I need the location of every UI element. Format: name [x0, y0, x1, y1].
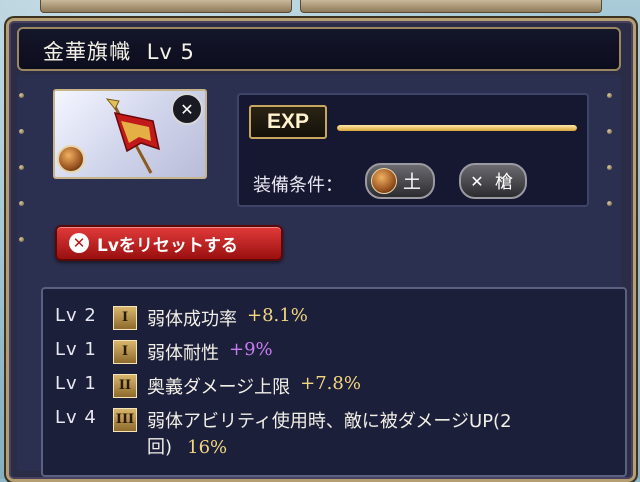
exp-progress-bar [337, 125, 577, 131]
rivet-decoration [607, 165, 612, 170]
skill-row: Lv 2 I 弱体成功率 +8.1% [55, 305, 308, 331]
spear-weapon-icon: ✕ [470, 171, 484, 191]
skill-level: Lv 1 [55, 339, 97, 360]
skill-name-continued: 回) [147, 437, 173, 458]
spear-weapon-icon: ✕ [171, 93, 203, 125]
skill-level: Lv 4 [55, 407, 97, 428]
skill-rank-badge: II [113, 374, 137, 398]
skill-value: +9% [229, 339, 273, 360]
rivet-decoration [19, 237, 24, 242]
background-frame-top-left [40, 0, 292, 13]
skill-value: +8.1% [247, 305, 308, 326]
skill-rank-badge: III [113, 408, 137, 432]
skill-name: 弱体耐性 [147, 343, 219, 364]
title-bar: 金華旗幟 Lv 5 [17, 27, 621, 71]
reset-level-label: Lvをリセットする [97, 235, 238, 256]
rivet-decoration [19, 129, 24, 134]
skill-name: 弱体成功率 [147, 309, 237, 330]
rivet-decoration [607, 129, 612, 134]
rivet-decoration [607, 201, 612, 206]
item-level: Lv 5 [146, 40, 195, 64]
info-box: EXP 装備条件： 土 ✕ 槍 [237, 93, 589, 207]
reset-level-button[interactable]: ✕ Lvをリセットする [55, 225, 283, 261]
skill-list: Lv 2 I 弱体成功率 +8.1% Lv 1 I 弱体耐性 +9% Lv 1 … [41, 287, 627, 477]
rivet-decoration [19, 165, 24, 170]
skill-level: Lv 2 [55, 305, 97, 326]
rivet-decoration [19, 93, 24, 98]
skill-rank-badge: I [113, 306, 137, 330]
earth-element-icon [371, 168, 397, 194]
earth-element-icon [57, 145, 85, 173]
skill-name: 奥義ダメージ上限 [147, 377, 291, 398]
skill-value: +7.8% [300, 373, 361, 394]
exp-progress-fill [337, 125, 577, 131]
item-thumbnail[interactable]: ✕ [53, 89, 207, 179]
skill-row: Lv 4 III 弱体アビリティ使用時、敵に被ダメージUP(2 回) 16% [55, 407, 607, 459]
exp-label: EXP [249, 105, 327, 139]
background-frame-top-right [300, 0, 602, 13]
rivet-decoration [19, 201, 24, 206]
requirements-label: 装備条件： [253, 175, 343, 196]
element-requirement-label: 土 [403, 172, 421, 193]
weapon-requirement: ✕ 槍 [459, 163, 527, 199]
skill-row: Lv 1 I 弱体耐性 +9% [55, 339, 273, 365]
weapon-requirement-label: 槍 [495, 172, 513, 193]
skill-value: 16% [187, 437, 228, 458]
skill-level: Lv 1 [55, 373, 97, 394]
rivet-decoration [607, 93, 612, 98]
skill-name: 弱体アビリティ使用時、敵に被ダメージUP(2 [147, 411, 512, 432]
skill-text: 弱体アビリティ使用時、敵に被ダメージUP(2 回) 16% [147, 407, 607, 459]
element-requirement: 土 [365, 163, 435, 199]
skill-rank-badge: I [113, 340, 137, 364]
item-detail-panel: 金華旗幟 Lv 5 ✕ EXP 装備条件： 土 ✕ 槍 ✕ Lvをリセットする … [6, 18, 636, 482]
skill-row: Lv 1 II 奥義ダメージ上限 +7.8% [55, 373, 361, 399]
page-title: 金華旗幟 Lv 5 [43, 36, 195, 66]
item-name: 金華旗幟 [43, 40, 131, 64]
close-circle-icon: ✕ [69, 233, 89, 253]
